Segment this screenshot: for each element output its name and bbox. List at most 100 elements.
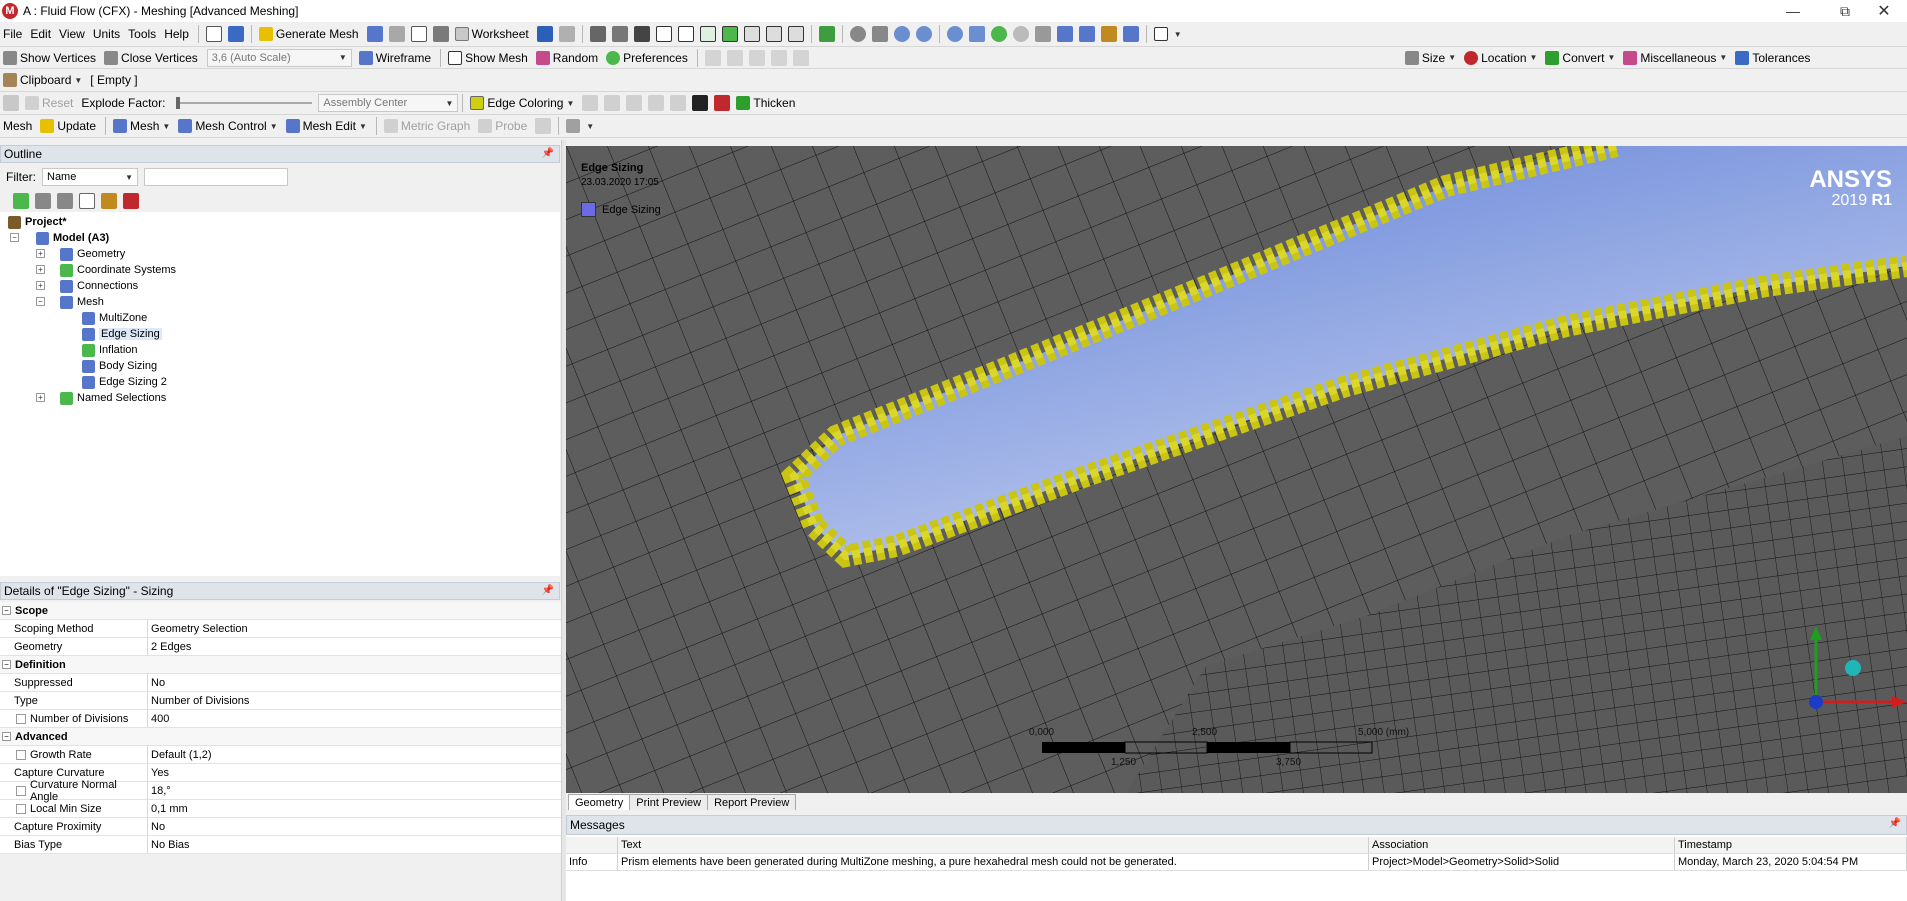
sort-icon[interactable]: [123, 192, 139, 209]
vertex-tool-1-icon[interactable]: [704, 49, 721, 66]
edge-direction-icon[interactable]: [692, 95, 709, 111]
select-element-face-icon[interactable]: [787, 26, 804, 42]
tree-node-project[interactable]: Project*: [8, 214, 67, 230]
tree-node-multizone[interactable]: MultiZone: [82, 310, 147, 326]
convert-dropdown[interactable]: Convert ▼: [1542, 48, 1618, 68]
collapse-model-icon[interactable]: −: [10, 233, 19, 242]
coordinate-icon[interactable]: [611, 26, 628, 42]
update-button[interactable]: Update: [37, 116, 99, 136]
preferences-button[interactable]: Preferences: [603, 48, 691, 68]
report-icon[interactable]: [388, 26, 405, 42]
tab-print-preview[interactable]: Print Preview: [629, 794, 709, 810]
select-element-icon[interactable]: [765, 26, 782, 42]
expand-icon[interactable]: [57, 192, 73, 209]
col-association[interactable]: Association: [1369, 837, 1675, 853]
folder-icon[interactable]: [101, 192, 117, 209]
vertex-tool-5-icon[interactable]: [792, 49, 809, 66]
pointer-icon[interactable]: [633, 26, 650, 42]
select-face-icon[interactable]: [699, 26, 716, 42]
row-bias-type[interactable]: Bias Type No Bias: [0, 836, 562, 854]
tree-node-mesh[interactable]: Mesh: [60, 294, 104, 310]
tree-filter-icon[interactable]: [35, 192, 51, 209]
row-geometry[interactable]: Geometry 2 Edges: [0, 638, 562, 656]
menu-help[interactable]: Help: [161, 24, 192, 44]
edge-marker-icon[interactable]: [714, 95, 731, 111]
probe-tool-icon[interactable]: [535, 118, 552, 134]
tree-node-body-sizing[interactable]: Body Sizing: [82, 358, 157, 374]
edge-display-5-icon[interactable]: [670, 95, 687, 111]
collapse-icon[interactable]: −: [2, 660, 11, 669]
pin-icon[interactable]: 📌: [1889, 818, 1901, 829]
reset-button[interactable]: Reset: [22, 93, 76, 113]
collapse-icon[interactable]: −: [2, 606, 11, 615]
row-growth-rate[interactable]: Growth Rate Default (1,2): [0, 746, 562, 764]
tree-node-geometry[interactable]: Geometry: [60, 246, 125, 262]
select-body-icon[interactable]: [721, 26, 738, 42]
select-mode-icon[interactable]: [589, 26, 606, 42]
mesh-dropdown[interactable]: Mesh ▼: [110, 116, 173, 136]
select-edge-icon[interactable]: [677, 26, 694, 42]
row-capture-proximity[interactable]: Capture Proximity No: [0, 818, 562, 836]
tag-icon[interactable]: [558, 26, 575, 42]
rotate-icon[interactable]: [849, 26, 866, 42]
generate-mesh-button[interactable]: Generate Mesh: [256, 24, 362, 44]
camera-icon[interactable]: [1078, 26, 1095, 42]
tree-node-edge-sizing[interactable]: Edge Sizing: [82, 326, 162, 342]
zoom-selection-icon[interactable]: [968, 26, 985, 42]
ruler-icon[interactable]: [1100, 26, 1117, 42]
magnifier-icon[interactable]: [990, 26, 1007, 42]
menu-edit[interactable]: Edit: [27, 24, 54, 44]
section-advanced[interactable]: − Advanced: [0, 728, 562, 746]
section-definition[interactable]: − Definition: [0, 656, 562, 674]
minimize-icon[interactable]: —: [1770, 0, 1816, 22]
layout-dropdown[interactable]: ▼: [1151, 24, 1185, 44]
row-type[interactable]: Type Number of Divisions: [0, 692, 562, 710]
menu-view[interactable]: View: [56, 24, 88, 44]
tree-node-named-selections[interactable]: Named Selections: [60, 390, 166, 406]
clipboard-dropdown[interactable]: Clipboard ▼: [0, 70, 85, 90]
parameter-checkbox[interactable]: [16, 785, 26, 796]
edge-coloring-dropdown[interactable]: Edge Coloring ▼: [467, 93, 577, 113]
vertex-tool-2-icon[interactable]: [726, 49, 743, 66]
col-text[interactable]: Text: [618, 837, 1369, 853]
mesh-edit-dropdown[interactable]: Mesh Edit ▼: [283, 116, 370, 136]
menu-tools[interactable]: Tools: [125, 24, 159, 44]
tolerances-dropdown[interactable]: Tolerances: [1732, 48, 1813, 68]
section-scope[interactable]: − Scope: [0, 602, 562, 620]
tree-node-inflation[interactable]: Inflation: [82, 342, 138, 358]
worksheet-button[interactable]: Worksheet: [452, 24, 532, 44]
pan-icon[interactable]: [871, 26, 888, 42]
edge-display-3-icon[interactable]: [626, 95, 643, 111]
tab-geometry[interactable]: Geometry: [568, 794, 631, 810]
edge-display-1-icon[interactable]: [582, 95, 599, 111]
collapse-icon[interactable]: [79, 192, 95, 209]
pin-icon[interactable]: 📌: [542, 585, 554, 596]
axis-icon[interactable]: [1034, 26, 1051, 42]
miscellaneous-dropdown[interactable]: Miscellaneous ▼: [1620, 48, 1730, 68]
edge-display-4-icon[interactable]: [648, 95, 665, 111]
expand-coordinate-systems-icon[interactable]: +: [36, 265, 45, 274]
display-icon[interactable]: [1122, 26, 1139, 42]
expand-connections-icon[interactable]: +: [36, 281, 45, 290]
row-number-of-divisions[interactable]: Number of Divisions 400: [0, 710, 562, 728]
metric-graph-button[interactable]: Metric Graph: [381, 116, 473, 136]
refresh-icon[interactable]: [13, 192, 29, 209]
filter-search-input[interactable]: [144, 168, 288, 186]
tree-node-model[interactable]: Model (A3): [36, 230, 109, 246]
graphics-viewport[interactable]: Edge Sizing 23.03.2020 17:05 Edge Sizing…: [566, 146, 1907, 793]
parameter-checkbox[interactable]: [16, 713, 26, 724]
collapse-icon[interactable]: −: [2, 732, 11, 741]
close-vertices-button[interactable]: Close Vertices: [101, 48, 201, 68]
select-vertex-icon[interactable]: [655, 26, 672, 42]
view-icon[interactable]: [1056, 26, 1073, 42]
graph-icon[interactable]: [227, 26, 244, 42]
tree-node-edge-sizing-2[interactable]: Edge Sizing 2: [82, 374, 167, 390]
zoom-fit-icon[interactable]: [946, 26, 963, 42]
collapse-mesh-icon[interactable]: −: [36, 297, 45, 306]
image-icon[interactable]: [432, 26, 449, 42]
tab-report-preview[interactable]: Report Preview: [707, 794, 797, 810]
show-vertices-button[interactable]: Show Vertices: [0, 48, 99, 68]
close-icon[interactable]: ✕: [1861, 0, 1907, 22]
thicken-button[interactable]: Thicken: [733, 93, 798, 113]
mesh-canvas[interactable]: [566, 146, 1907, 793]
